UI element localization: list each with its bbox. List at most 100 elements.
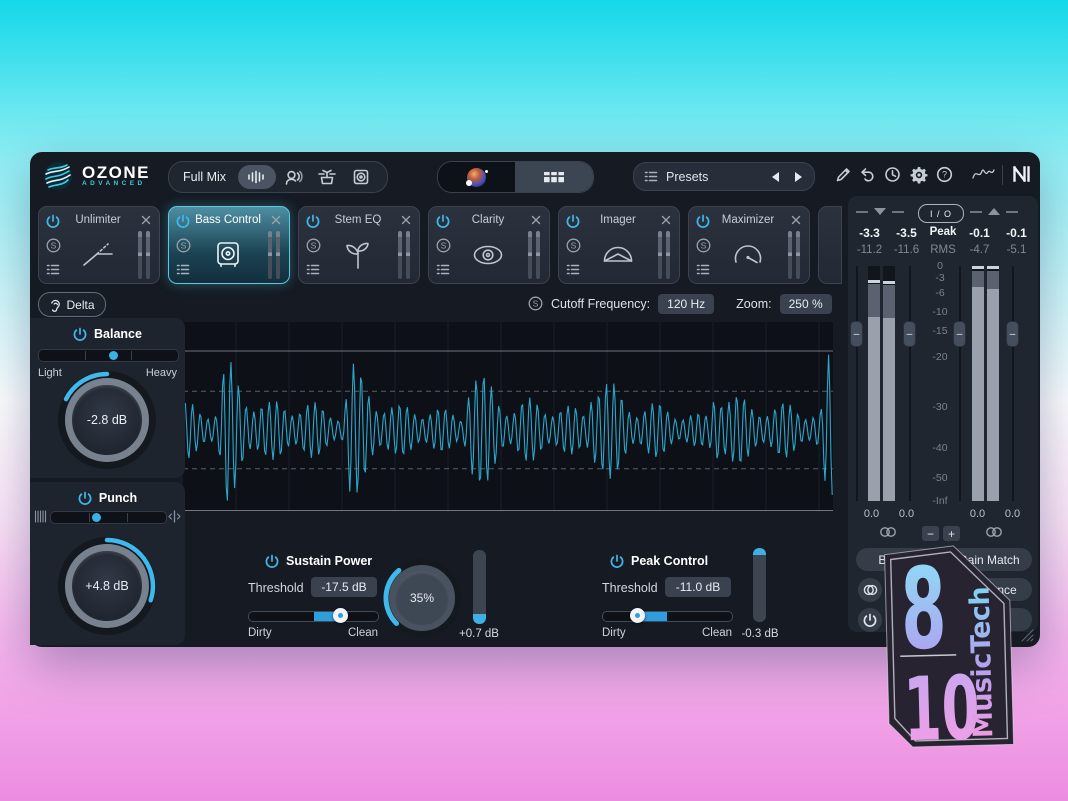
tab-menu-icon[interactable] xyxy=(306,263,320,276)
output-gain-collapse[interactable] xyxy=(970,208,1018,215)
in-peak-l: -3.3 xyxy=(851,226,888,240)
punch-power-icon[interactable] xyxy=(78,491,92,505)
gain-fader-thumb[interactable]: – xyxy=(903,321,916,347)
tab-menu-icon[interactable] xyxy=(696,263,710,276)
balance-slider[interactable] xyxy=(38,349,179,362)
tab-solo-icon[interactable]: S xyxy=(566,238,581,253)
help-icon[interactable]: ? xyxy=(936,166,953,183)
balance-power-icon[interactable] xyxy=(73,327,87,341)
input-gain-collapse[interactable] xyxy=(856,208,904,215)
module-tab-stem-eq[interactable]: SStem EQ xyxy=(298,206,420,284)
sustain-threshold-field[interactable]: -17.5 dB xyxy=(311,577,377,597)
tab-solo-icon[interactable]: S xyxy=(436,238,451,253)
preset-prev-button[interactable] xyxy=(772,172,779,182)
ai-assistant-button[interactable] xyxy=(438,162,515,192)
module-tab-partial[interactable] xyxy=(818,206,842,284)
ai-sphere-icon xyxy=(467,168,486,187)
tab-power-icon[interactable] xyxy=(176,214,190,228)
source-drums-button[interactable] xyxy=(310,169,344,185)
rms-readout-row: -11.2 -11.6 RMS -4.7 -5.1 xyxy=(851,244,1035,256)
ozone-logo: OZONE ADVANCED xyxy=(42,160,150,192)
gain-fader[interactable]: – xyxy=(1006,266,1019,501)
tab-menu-icon[interactable] xyxy=(566,263,580,276)
tab-close-icon[interactable] xyxy=(400,214,412,226)
cutoff-controls: S Cutoff Frequency: 120 Hz Zoom: 250 % xyxy=(528,292,872,315)
gain-fader-thumb[interactable]: – xyxy=(1006,321,1019,347)
history-icon[interactable] xyxy=(884,166,901,183)
input-link-icon[interactable] xyxy=(878,526,898,538)
settings-gear-icon[interactable] xyxy=(910,166,928,184)
punch-slider[interactable] xyxy=(50,511,167,524)
tab-close-icon[interactable] xyxy=(140,214,152,226)
tab-close-icon[interactable] xyxy=(270,214,282,226)
tab-power-icon[interactable] xyxy=(306,214,320,228)
resize-grip[interactable] xyxy=(1019,627,1034,642)
tab-solo-icon[interactable]: S xyxy=(46,238,61,253)
punch-slider-thumb[interactable] xyxy=(92,513,101,522)
delta-label: Delta xyxy=(66,298,94,312)
source-vocals-button[interactable] xyxy=(276,169,310,185)
module-tab-bass-control[interactable]: SBass Control xyxy=(168,206,290,284)
tab-solo-icon[interactable]: S xyxy=(176,238,191,253)
module-tab-clarity[interactable]: S Clarity xyxy=(428,206,550,284)
sustain-dirty-clean-slider[interactable] xyxy=(248,611,379,622)
output-gain-values: 0.00.0 xyxy=(960,508,1030,520)
tab-power-icon[interactable] xyxy=(566,214,580,228)
sustain-header: Sustain Power xyxy=(265,554,372,568)
sustain-power-icon[interactable] xyxy=(265,554,279,568)
tab-label: Clarity xyxy=(449,214,527,226)
tab-level-meter xyxy=(788,231,800,279)
balance-knob[interactable]: -2.8 dB xyxy=(58,371,156,469)
waveform-display[interactable] xyxy=(183,322,833,511)
zoom-value-field[interactable]: 250 % xyxy=(780,294,832,314)
module-tab-unlimiter[interactable]: SUnlimiter xyxy=(38,206,160,284)
peak-power-icon[interactable] xyxy=(610,554,624,568)
tab-menu-icon[interactable] xyxy=(436,263,450,276)
delta-button[interactable]: Delta xyxy=(38,292,106,317)
balance-slider-thumb[interactable] xyxy=(109,351,118,360)
in-rms-l: -11.2 xyxy=(851,244,888,256)
tab-solo-icon[interactable]: S xyxy=(696,238,711,253)
solo-icon[interactable]: S xyxy=(528,296,543,311)
source-bass-button[interactable] xyxy=(344,169,378,185)
tab-menu-icon[interactable] xyxy=(176,263,190,276)
peak-threshold-field[interactable]: -11.0 dB xyxy=(665,577,731,597)
gain-fader[interactable]: – xyxy=(903,266,916,501)
source-full-mix-button[interactable] xyxy=(238,165,276,189)
module-tab-imager[interactable]: SImager xyxy=(558,206,680,284)
output-link-icon[interactable] xyxy=(984,526,1004,538)
punch-knob[interactable]: +4.8 dB xyxy=(58,537,156,635)
gain-fader[interactable]: – xyxy=(850,266,863,501)
zoom-out-meters-button[interactable]: − xyxy=(922,526,939,541)
tab-close-icon[interactable] xyxy=(530,214,542,226)
vocals-icon xyxy=(283,169,303,185)
ab-compare-button[interactable] xyxy=(858,578,882,602)
tab-menu-icon[interactable] xyxy=(46,263,60,276)
preset-next-button[interactable] xyxy=(795,172,802,182)
io-toggle-button[interactable]: I / O xyxy=(918,204,964,223)
zoom-in-meters-button[interactable]: + xyxy=(943,526,960,541)
gain-fader-thumb[interactable]: – xyxy=(850,321,863,347)
sustain-gain-value: +0.7 dB xyxy=(449,628,509,640)
module-chain-view-button[interactable] xyxy=(515,162,593,192)
tab-power-icon[interactable] xyxy=(436,214,450,228)
musictech-review-badge: 8 10 MusicTech xyxy=(883,543,1014,748)
tab-power-icon[interactable] xyxy=(696,214,710,228)
sustain-amount-knob[interactable]: 35% xyxy=(383,559,461,637)
module-tab-maximizer[interactable]: SMaximizer xyxy=(688,206,810,284)
sustain-slider-thumb[interactable] xyxy=(333,608,348,623)
tab-close-icon[interactable] xyxy=(660,214,672,226)
tab-power-icon[interactable] xyxy=(46,214,60,228)
undo-icon[interactable] xyxy=(859,166,876,182)
edit-pencil-icon[interactable] xyxy=(835,166,852,183)
topbar-divider xyxy=(1002,165,1003,185)
bass-amp-icon xyxy=(351,169,371,185)
tab-solo-icon[interactable]: S xyxy=(306,238,321,253)
tab-close-icon[interactable] xyxy=(790,214,802,226)
waveform-icon xyxy=(247,170,267,184)
presets-bar[interactable]: Presets xyxy=(633,162,815,191)
cutoff-value-field[interactable]: 120 Hz xyxy=(658,294,714,314)
master-power-button[interactable] xyxy=(858,608,882,632)
peak-dirty-clean-slider[interactable] xyxy=(602,611,733,622)
sustain-label: Sustain Power xyxy=(286,554,372,568)
